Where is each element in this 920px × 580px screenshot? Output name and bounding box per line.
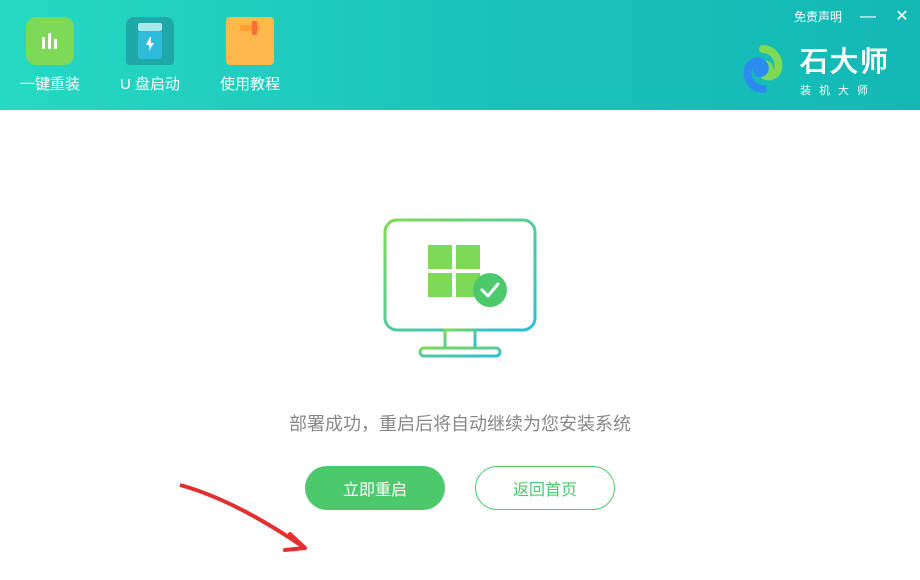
window-controls: 免责声明 — ✕ — [794, 8, 910, 25]
logo-text: 石大师 装机大师 — [800, 40, 890, 98]
app-header: 一键重装 U 盘启动 使用教程 免责声明 — [0, 0, 920, 110]
minimize-button[interactable]: — — [860, 9, 876, 25]
tab-usb-boot[interactable]: U 盘启动 — [120, 17, 180, 94]
action-buttons: 立即重启 返回首页 — [305, 466, 615, 510]
tab-reinstall[interactable]: 一键重装 — [20, 17, 80, 94]
usb-icon — [126, 17, 174, 65]
status-text: 部署成功，重启后将自动继续为您安装系统 — [289, 410, 631, 436]
nav-tabs: 一键重装 U 盘启动 使用教程 — [20, 17, 280, 94]
logo-icon — [738, 44, 788, 94]
tab-tutorial[interactable]: 使用教程 — [220, 17, 280, 94]
app-logo: 石大师 装机大师 — [738, 40, 890, 98]
tab-label: U 盘启动 — [120, 73, 180, 94]
tab-label: 使用教程 — [220, 73, 280, 94]
home-button[interactable]: 返回首页 — [475, 466, 615, 510]
logo-subtitle: 装机大师 — [800, 82, 890, 98]
bars-icon — [26, 17, 74, 65]
tab-label: 一键重装 — [20, 73, 80, 94]
main-content: 部署成功，重启后将自动继续为您安装系统 立即重启 返回首页 — [0, 110, 920, 580]
monitor-illustration — [365, 210, 555, 380]
disclaimer-link[interactable]: 免责声明 — [794, 8, 842, 25]
book-icon — [226, 17, 274, 65]
restart-button[interactable]: 立即重启 — [305, 466, 445, 510]
close-button[interactable]: ✕ — [894, 9, 910, 25]
logo-title: 石大师 — [800, 40, 890, 80]
